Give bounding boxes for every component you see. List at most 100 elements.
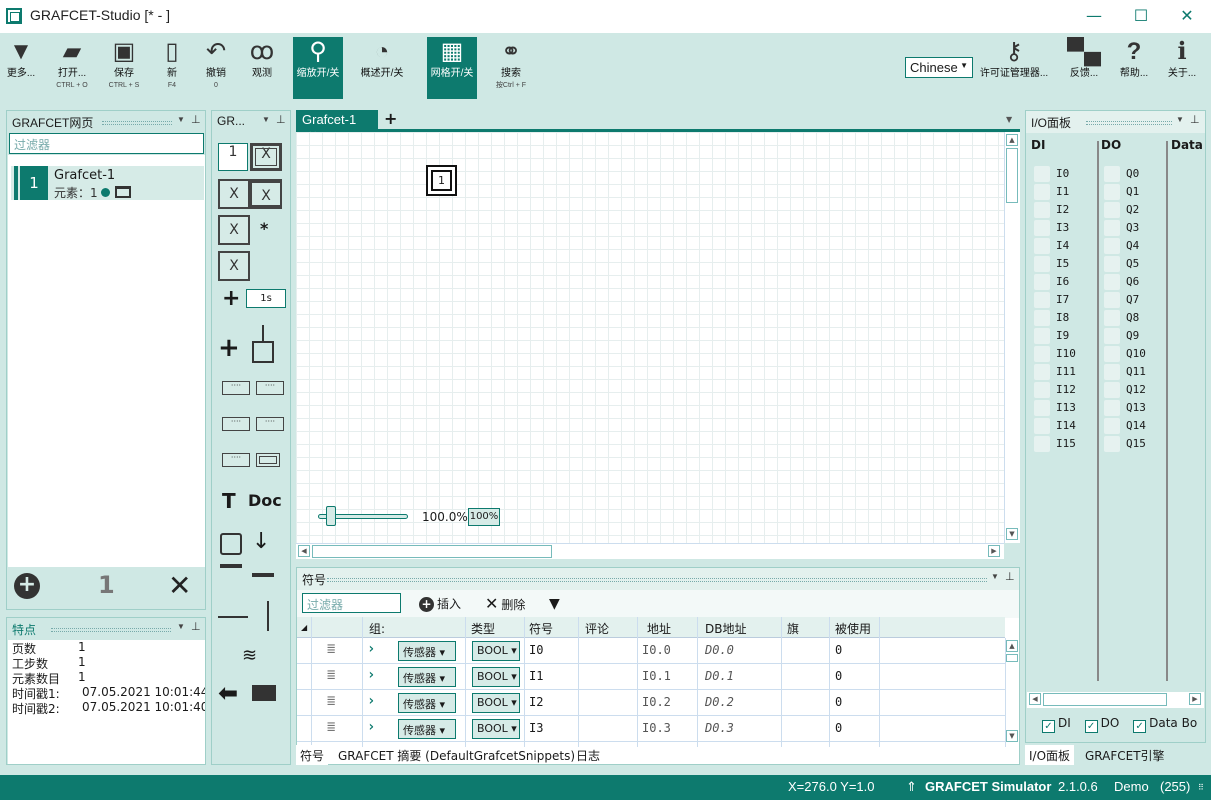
symbol-cell[interactable]: I1 — [529, 669, 543, 683]
io-toggle[interactable] — [1034, 274, 1050, 290]
io-toggle[interactable] — [1034, 382, 1050, 398]
scroll-down-icon[interactable]: ▼ — [1006, 730, 1018, 742]
timer-input[interactable]: 1s — [246, 289, 286, 308]
scroll-up-icon[interactable]: ▲ — [1006, 134, 1018, 146]
step-number-input[interactable]: 1 — [218, 143, 248, 171]
table-row[interactable]: ≣ › 传感器 ▾ BOOL ▾ I3 I0.3 D0.3 0 — [297, 716, 1005, 742]
address-cell[interactable]: I0.3 — [642, 721, 671, 735]
doc-tool[interactable]: Doc — [248, 491, 282, 510]
language-select[interactable]: Chinese ▼ — [905, 57, 973, 78]
do-item[interactable]: Q14 — [1104, 417, 1164, 435]
expand-chevron-icon[interactable]: › — [367, 719, 375, 735]
scroll-up-icon[interactable]: ▲ — [1006, 640, 1018, 652]
di-item[interactable]: I11 — [1034, 363, 1094, 381]
feedback-button[interactable]: ▀▄ 反馈... — [1064, 37, 1104, 99]
row-handle-icon[interactable]: ≣ — [327, 667, 335, 683]
group-select[interactable]: 传感器 ▾ — [398, 719, 456, 739]
address-cell[interactable]: I0.2 — [642, 695, 671, 709]
db-address-cell[interactable]: D0.2 — [705, 695, 734, 709]
divergence-and-tool[interactable] — [220, 564, 242, 568]
io-toggle[interactable] — [1104, 292, 1120, 308]
tabs-dropdown-icon[interactable]: ▼ — [1006, 115, 1012, 124]
horizontal-line-tool[interactable] — [218, 616, 248, 618]
scroll-left-icon[interactable]: ◀ — [298, 545, 310, 557]
grafcet-canvas[interactable]: 1 100.0% 100% — [296, 132, 1004, 543]
table-row[interactable]: ≣ › 传感器 ▾ BOOL ▾ I0 I0.0 D0.0 0 — [297, 638, 1005, 664]
pin-icon[interactable]: ⊥ — [191, 620, 201, 633]
do-item[interactable]: Q5 — [1104, 255, 1164, 273]
tab-grafcet-1[interactable]: Grafcet-1 ✕ — [296, 110, 378, 142]
initial-step[interactable]: 1 — [426, 165, 457, 196]
tab-log[interactable]: 日志 — [576, 747, 600, 764]
address-cell[interactable]: I0.1 — [642, 669, 671, 683]
scroll-thumb[interactable] — [312, 545, 552, 558]
enclosed-initial-step-tool[interactable]: X — [218, 251, 250, 281]
symbol-cell[interactable]: I2 — [529, 695, 543, 709]
di-item[interactable]: I8 — [1034, 309, 1094, 327]
text-tool[interactable]: T — [222, 489, 236, 513]
scroll-thumb[interactable] — [1043, 693, 1167, 706]
symbols-filter-input[interactable]: 过滤器 — [302, 593, 401, 613]
di-item[interactable]: I9 — [1034, 327, 1094, 345]
db-address-cell[interactable]: D0.1 — [705, 669, 734, 683]
pages-filter-input[interactable]: 过滤器 — [9, 133, 204, 154]
pin-icon[interactable]: ⊥ — [1005, 570, 1015, 583]
do-item[interactable]: Q6 — [1104, 273, 1164, 291]
di-item[interactable]: I10 — [1034, 345, 1094, 363]
di-item[interactable]: I4 — [1034, 237, 1094, 255]
di-item[interactable]: I14 — [1034, 417, 1094, 435]
io-toggle[interactable] — [1104, 310, 1120, 326]
io-toggle[interactable] — [1104, 220, 1120, 236]
di-item[interactable]: I0 — [1034, 165, 1094, 183]
chevron-down-icon[interactable]: ▼ — [177, 115, 185, 124]
do-item[interactable]: Q10 — [1104, 345, 1164, 363]
io-toggle[interactable] — [1104, 400, 1120, 416]
overview-toggle-button[interactable]: ◔ 概述开/关 — [356, 37, 408, 99]
add-page-icon[interactable]: + — [14, 573, 40, 599]
io-toggle[interactable] — [1034, 220, 1050, 236]
resize-grip-icon[interactable]: ⠿ — [1198, 783, 1204, 792]
do-item[interactable]: Q3 — [1104, 219, 1164, 237]
do-item[interactable]: Q7 — [1104, 291, 1164, 309]
di-item[interactable]: I2 — [1034, 201, 1094, 219]
zoom-slider-thumb[interactable] — [326, 506, 336, 526]
scroll-right-icon[interactable]: ▶ — [1189, 693, 1201, 705]
io-toggle[interactable] — [1104, 436, 1120, 452]
help-button[interactable]: ? 帮助... — [1114, 37, 1154, 99]
tab-io-panel[interactable]: I/O面板 — [1025, 745, 1075, 765]
arrow-down-icon[interactable]: ↓ — [252, 529, 270, 554]
do-item[interactable]: Q12 — [1104, 381, 1164, 399]
action-linked-tool[interactable]: ···· — [256, 381, 284, 395]
io-toggle[interactable] — [1104, 184, 1120, 200]
action-down-tool[interactable]: ···· — [256, 417, 284, 431]
delete-button[interactable]: ✕ 删除 — [485, 594, 525, 613]
group-select[interactable]: 传感器 ▾ — [398, 667, 456, 687]
io-toggle[interactable] — [1034, 436, 1050, 452]
action-up-tool[interactable]: ···· — [222, 417, 250, 431]
pin-icon[interactable]: ⊥ — [1190, 113, 1200, 126]
io-toggle[interactable] — [1034, 364, 1050, 380]
di-item[interactable]: I13 — [1034, 399, 1094, 417]
undo-button[interactable]: ↶ 撤销 0 — [196, 37, 236, 99]
search-button[interactable]: ⚭ 搜索 按Ctrl + F — [488, 37, 534, 99]
do-item[interactable]: Q0 — [1104, 165, 1164, 183]
add-tab-button[interactable]: + — [384, 109, 397, 128]
expand-chevron-icon[interactable]: › — [367, 693, 375, 709]
io-horizontal-scrollbar[interactable]: ◀ ▶ — [1027, 692, 1204, 708]
symbols-scrollbar[interactable]: ▲ ▼ — [1005, 638, 1019, 747]
symbol-cell[interactable]: I0 — [529, 643, 543, 657]
do-item[interactable]: Q1 — [1104, 183, 1164, 201]
chevron-down-icon[interactable]: ▼ — [262, 115, 270, 124]
action-box-tool[interactable] — [256, 453, 280, 467]
tab-symbols[interactable]: 符号 — [296, 745, 329, 765]
address-cell[interactable]: I0.0 — [642, 643, 671, 657]
table-row[interactable]: ≣ › 传感器 ▾ BOOL ▾ I1 I0.1 D0.1 0 — [297, 664, 1005, 690]
io-toggle[interactable] — [1104, 364, 1120, 380]
pin-icon[interactable]: ⊥ — [191, 113, 201, 126]
io-toggle[interactable] — [1034, 328, 1050, 344]
zoom-reset-button[interactable]: 100% — [468, 508, 500, 526]
step-tool[interactable]: X — [218, 179, 250, 209]
db-address-cell[interactable]: D0.0 — [705, 643, 734, 657]
transition-plus-tool[interactable]: + — [218, 333, 240, 363]
open-button[interactable]: ▰ 打开... CTRL + O — [48, 37, 96, 99]
